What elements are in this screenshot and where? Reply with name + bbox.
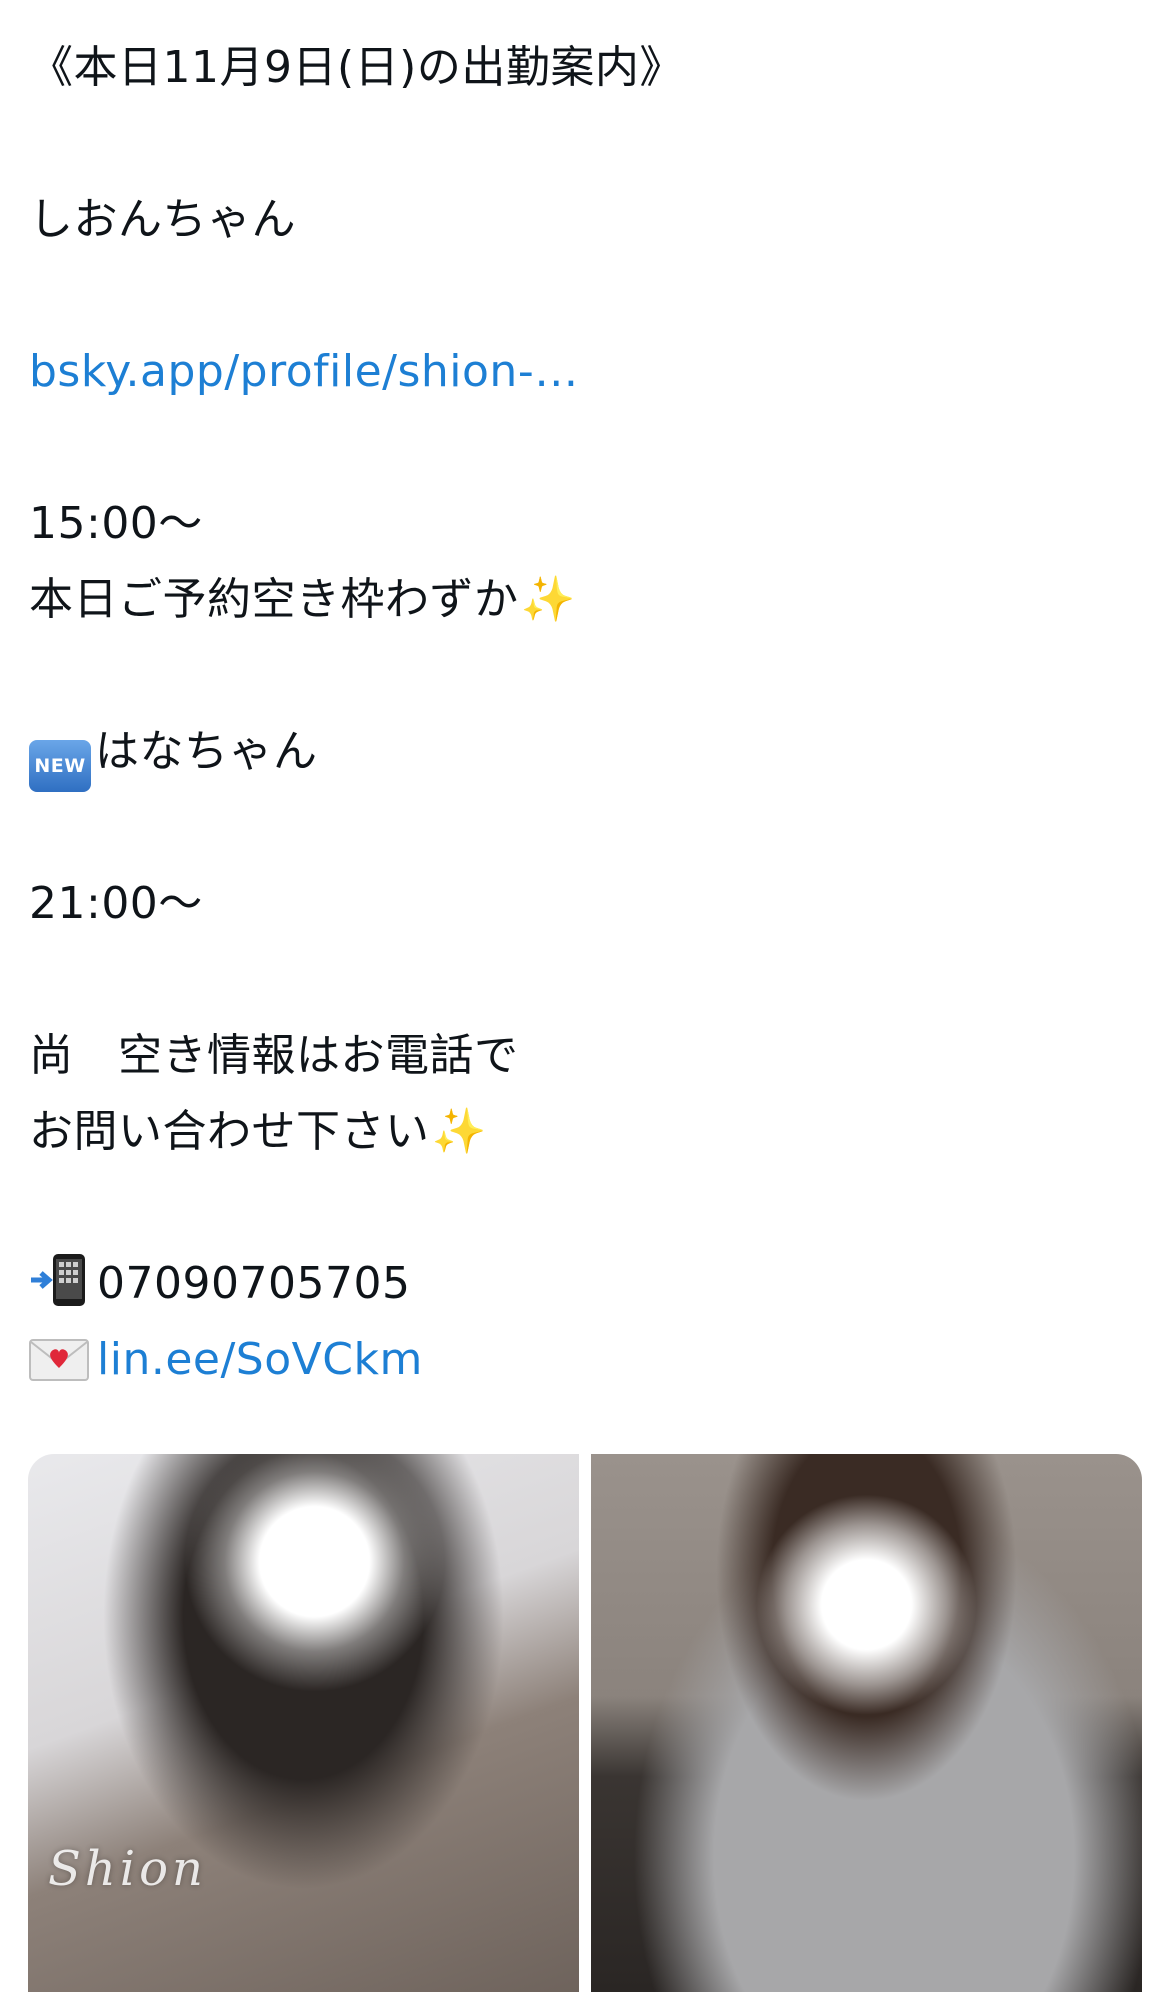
new-badge-icon: NEW: [29, 740, 91, 792]
photo-hana[interactable]: [591, 1454, 1142, 1992]
girl2-time: 21:00〜: [29, 878, 203, 929]
bsky-profile-link[interactable]: bsky.app/profile/shion-…: [29, 334, 1139, 410]
girl1-name: しおんちゃん: [29, 194, 296, 245]
photo-watermark: Shion: [48, 1841, 207, 1897]
line-official-link[interactable]: lin.ee/SoVCkm: [97, 1334, 423, 1385]
notice-line-2: お問い合わせ下さい: [29, 1106, 430, 1157]
mobile-phone-arrow-icon: [29, 1254, 91, 1330]
love-letter-icon: [29, 1330, 91, 1406]
notice-line-2-wrap: お問い合わせ下さい✨: [29, 1094, 1139, 1170]
phone-line: 07090705705: [29, 1246, 1139, 1322]
notice-line-1: 尚 空き情報はお電話で: [29, 1030, 519, 1081]
girl1-time: 15:00〜: [29, 498, 203, 549]
media-grid: Shion: [28, 1454, 1142, 1992]
sparkles-icon: ✨: [520, 574, 576, 625]
line-link-line: lin.ee/SoVCkm: [29, 1322, 1139, 1398]
post-heading: 《本日11月9日(日)の出勤案内》: [29, 42, 684, 93]
post-body: 《本日11月9日(日)の出勤案内》 しおんちゃん bsky.app/profil…: [29, 30, 1139, 1398]
girl2-name: はなちゃん: [95, 726, 318, 777]
girl1-note: 本日ご予約空き枠わずか: [29, 574, 519, 625]
phone-number[interactable]: 07090705705: [97, 1258, 410, 1309]
photo-shion[interactable]: Shion: [28, 1454, 579, 1992]
sparkles-icon: ✨: [431, 1106, 487, 1157]
girl1-note-line: 本日ご予約空き枠わずか✨: [29, 562, 1139, 638]
girl2-name-line: NEW はなちゃん: [29, 714, 1139, 792]
